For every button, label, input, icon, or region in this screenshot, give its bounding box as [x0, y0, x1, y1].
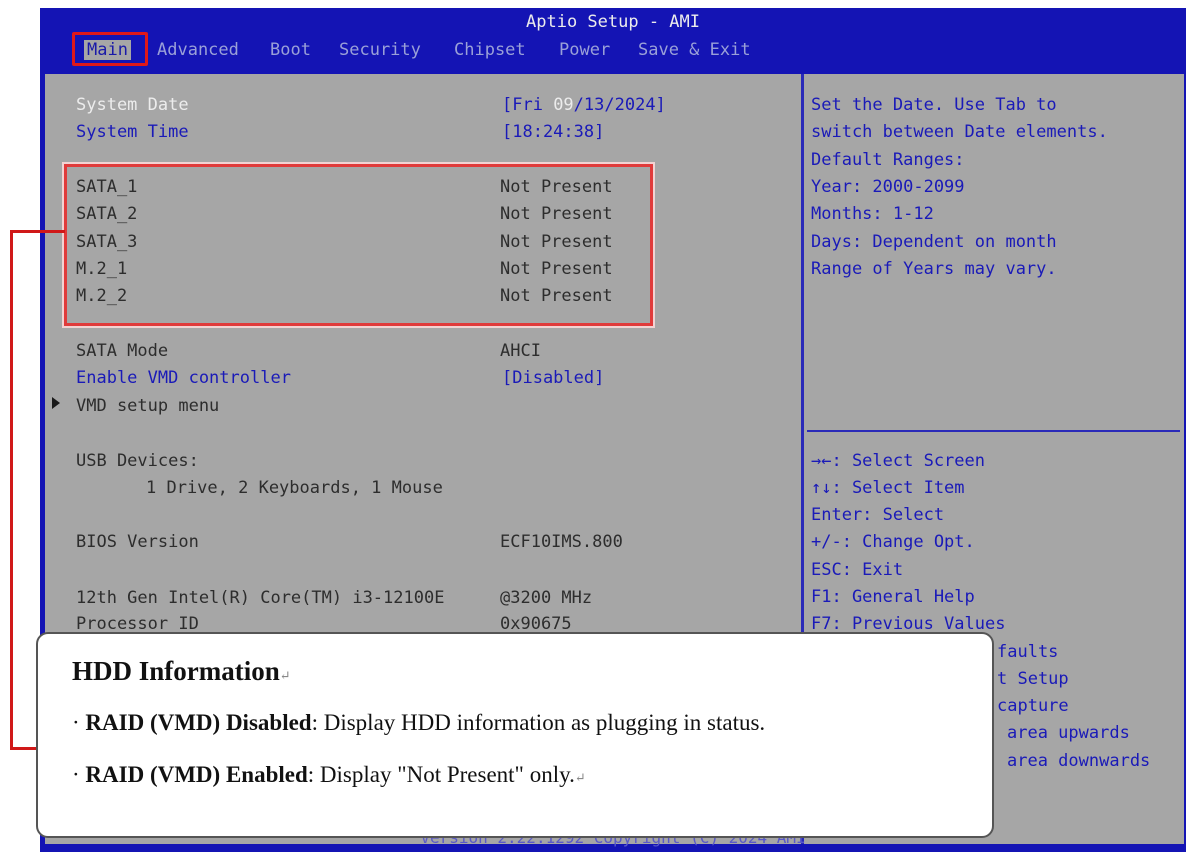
processor-id-label: Processor ID: [76, 614, 199, 634]
help-line: Range of Years may vary.: [811, 259, 1057, 279]
callout-disabled-line: · RAID (VMD) Disabled: Display HDD infor…: [72, 710, 766, 735]
key-enter: Enter: Select: [811, 505, 945, 525]
disabled-label: RAID (VMD) Disabled: [85, 710, 312, 735]
callout-title: HDD Information↵: [72, 656, 291, 687]
key-esc: ESC: Exit: [811, 560, 904, 580]
tab-security[interactable]: Security: [339, 40, 421, 60]
tab-save-exit[interactable]: Save & Exit: [638, 40, 751, 60]
vmd-setup-menu[interactable]: VMD setup menu: [76, 396, 219, 416]
help-divider: [807, 430, 1180, 432]
help-line: Default Ranges:: [811, 150, 965, 170]
bios-version-value: ECF10IMS.800: [500, 532, 623, 552]
annotation-bracket: [10, 230, 13, 750]
help-line: Months: 1-12: [811, 204, 934, 224]
paragraph-mark-icon: ↵: [574, 770, 586, 785]
callout-title-text: HDD Information: [72, 656, 280, 686]
system-date-value[interactable]: [Fri 09/13/2024]: [502, 95, 666, 115]
key-capture-partial: capture: [997, 696, 1069, 716]
tab-advanced[interactable]: Advanced: [157, 40, 239, 60]
paragraph-mark-icon: ↵: [279, 668, 291, 683]
submenu-arrow-icon: [52, 397, 60, 409]
usb-devices-value: 1 Drive, 2 Keyboards, 1 Mouse: [146, 478, 443, 498]
usb-devices-label: USB Devices:: [76, 451, 199, 471]
system-date-label[interactable]: System Date: [76, 95, 189, 115]
key-f1: F1: General Help: [811, 587, 975, 607]
date-prefix: [Fri: [502, 95, 554, 115]
bios-version-label: BIOS Version: [76, 532, 199, 552]
main-tab-highlight: [72, 32, 148, 66]
system-time-label[interactable]: System Time: [76, 122, 189, 142]
vmd-controller-label[interactable]: Enable VMD controller: [76, 368, 291, 388]
sata-mode-value: AHCI: [500, 341, 541, 361]
tab-chipset[interactable]: Chipset: [454, 40, 526, 60]
vmd-controller-value[interactable]: [Disabled]: [502, 368, 604, 388]
sata-mode-label: SATA Mode: [76, 341, 169, 361]
key-select-item: ↑↓: Select Item: [811, 478, 965, 498]
date-rest: /13/2024]: [573, 95, 666, 115]
help-line: Set the Date. Use Tab to: [811, 95, 1057, 115]
processor-id-value: 0x90675: [500, 614, 572, 634]
key-setup-partial: t Setup: [997, 669, 1069, 689]
enabled-label: RAID (VMD) Enabled: [85, 762, 308, 787]
key-f7: F7: Previous Values: [811, 614, 1006, 634]
annotation-bracket-top: [10, 230, 65, 233]
tab-boot[interactable]: Boot: [270, 40, 311, 60]
cpu-value: @3200 MHz: [500, 588, 593, 608]
key-defaults-partial: faults: [997, 642, 1059, 662]
key-scroll-up-partial: area upwards: [1007, 723, 1130, 743]
callout-enabled-line: · RAID (VMD) Enabled: Display "Not Prese…: [72, 762, 586, 787]
disabled-text: Display HDD information as plugging in s…: [323, 710, 766, 735]
tab-power[interactable]: Power: [559, 40, 610, 60]
help-line: Days: Dependent on month: [811, 232, 1057, 252]
system-time-value[interactable]: [18:24:38]: [502, 122, 604, 142]
help-line: switch between Date elements.: [811, 122, 1108, 142]
hdd-info-callout: HDD Information↵ · RAID (VMD) Disabled: …: [36, 632, 994, 838]
key-select-screen: →←: Select Screen: [811, 451, 985, 471]
cpu-label: 12th Gen Intel(R) Core(TM) i3-12100E: [76, 588, 445, 608]
window-title: Aptio Setup - AMI: [526, 12, 700, 32]
date-month[interactable]: 09: [553, 95, 573, 115]
key-scroll-down-partial: area downwards: [1007, 751, 1151, 771]
key-change-opt: +/-: Change Opt.: [811, 532, 975, 552]
help-line: Year: 2000-2099: [811, 177, 965, 197]
drive-list-highlight: [64, 164, 653, 326]
enabled-text: Display "Not Present" only.: [319, 762, 575, 787]
